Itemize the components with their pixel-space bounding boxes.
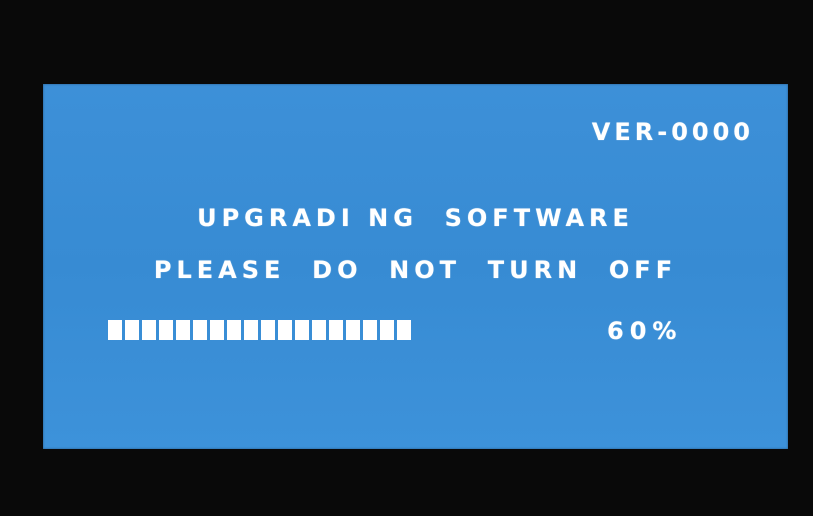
upgrade-message: UPGRADI NG SOFTWARE bbox=[197, 204, 634, 232]
warning-message: PLEASE DO NOT TURN OFF bbox=[153, 256, 678, 284]
progress-segment bbox=[329, 320, 343, 340]
progress-segment bbox=[125, 320, 139, 340]
progress-segment bbox=[176, 320, 190, 340]
progress-segment bbox=[363, 320, 377, 340]
progress-segment bbox=[346, 320, 360, 340]
progress-percent: 60% bbox=[607, 317, 683, 345]
progress-segment bbox=[397, 320, 411, 340]
upgrade-progress-bar bbox=[108, 320, 411, 340]
osd-screen: VER-0000 UPGRADI NG SOFTWARE PLEASE DO N… bbox=[43, 84, 788, 449]
progress-segment bbox=[210, 320, 224, 340]
progress-segment bbox=[380, 320, 394, 340]
progress-segment bbox=[142, 320, 156, 340]
progress-segment bbox=[278, 320, 292, 340]
progress-segment bbox=[312, 320, 326, 340]
display-bezel: VER-0000 UPGRADI NG SOFTWARE PLEASE DO N… bbox=[0, 0, 813, 516]
progress-segment bbox=[159, 320, 173, 340]
progress-segment bbox=[295, 320, 309, 340]
progress-segment bbox=[193, 320, 207, 340]
progress-segment bbox=[244, 320, 258, 340]
version-label: VER-0000 bbox=[591, 118, 754, 146]
progress-segment bbox=[261, 320, 275, 340]
progress-segment bbox=[108, 320, 122, 340]
progress-segment bbox=[227, 320, 241, 340]
